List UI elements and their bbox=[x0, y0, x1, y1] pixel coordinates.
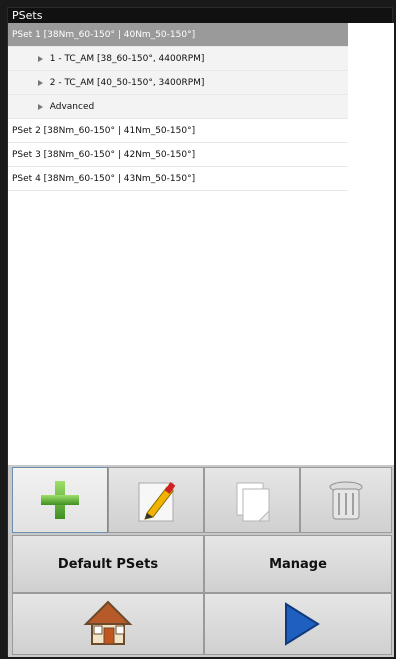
trash-icon bbox=[329, 481, 363, 520]
pset-subrow-advanced[interactable]: Advanced bbox=[8, 95, 348, 119]
pset-row-label: PSet 1 [38Nm_60-150° | 40Nm_50-150°] bbox=[12, 30, 196, 40]
pset-subrow-2[interactable]: 2 - TC_AM [40_50-150°, 3400RPM] bbox=[8, 71, 348, 95]
pset-row-1[interactable]: PSet 1 [38Nm_60-150° | 40Nm_50-150°] bbox=[8, 23, 348, 47]
pset-list: PSet 1 [38Nm_60-150° | 40Nm_50-150°] 1 -… bbox=[8, 23, 394, 465]
run-button[interactable] bbox=[204, 593, 392, 655]
pset-row-label: PSet 2 [38Nm_60-150° | 41Nm_50-150°] bbox=[12, 126, 196, 136]
panel-title: PSets bbox=[12, 9, 43, 22]
pset-subrow-1[interactable]: 1 - TC_AM [38_60-150°, 4400RPM] bbox=[8, 47, 348, 71]
expand-triangle-icon[interactable] bbox=[37, 80, 43, 86]
default-psets-button[interactable]: Default PSets bbox=[12, 535, 204, 593]
add-pset-button[interactable] bbox=[12, 467, 108, 533]
delete-pset-button[interactable] bbox=[300, 467, 392, 533]
pset-row-label: PSet 4 [38Nm_60-150° | 43Nm_50-150°] bbox=[12, 174, 196, 184]
pset-row-4[interactable]: PSet 4 [38Nm_60-150° | 43Nm_50-150°] bbox=[8, 167, 348, 191]
manage-button[interactable]: Manage bbox=[204, 535, 392, 593]
copy-icon bbox=[236, 482, 270, 522]
pencil-icon bbox=[138, 482, 176, 522]
pset-subrow-label: 1 - TC_AM [38_60-150°, 4400RPM] bbox=[49, 54, 205, 64]
copy-pset-button[interactable] bbox=[204, 467, 300, 533]
pset-row-3[interactable]: PSet 3 [38Nm_60-150° | 42Nm_50-150°] bbox=[8, 143, 348, 167]
manage-label: Manage bbox=[269, 556, 327, 572]
expand-triangle-icon[interactable] bbox=[37, 104, 43, 110]
pset-row-label: PSet 3 [38Nm_60-150° | 42Nm_50-150°] bbox=[12, 150, 196, 160]
pset-row-2[interactable]: PSet 2 [38Nm_60-150° | 41Nm_50-150°] bbox=[8, 119, 348, 143]
plus-icon bbox=[41, 481, 79, 519]
bottom-controls: Default PSets Manage bbox=[8, 465, 394, 657]
play-icon bbox=[285, 602, 320, 646]
pset-subrow-label: 2 - TC_AM [40_50-150°, 3400RPM] bbox=[49, 78, 205, 88]
pset-subrow-label: Advanced bbox=[49, 102, 95, 112]
psets-window: PSets PSet 1 [38Nm_60-150° | 40Nm_50-150… bbox=[7, 7, 394, 657]
home-icon bbox=[83, 600, 133, 645]
expand-triangle-icon[interactable] bbox=[37, 56, 43, 62]
home-button[interactable] bbox=[12, 593, 204, 655]
default-psets-label: Default PSets bbox=[57, 556, 159, 572]
edit-pset-button[interactable] bbox=[108, 467, 204, 533]
